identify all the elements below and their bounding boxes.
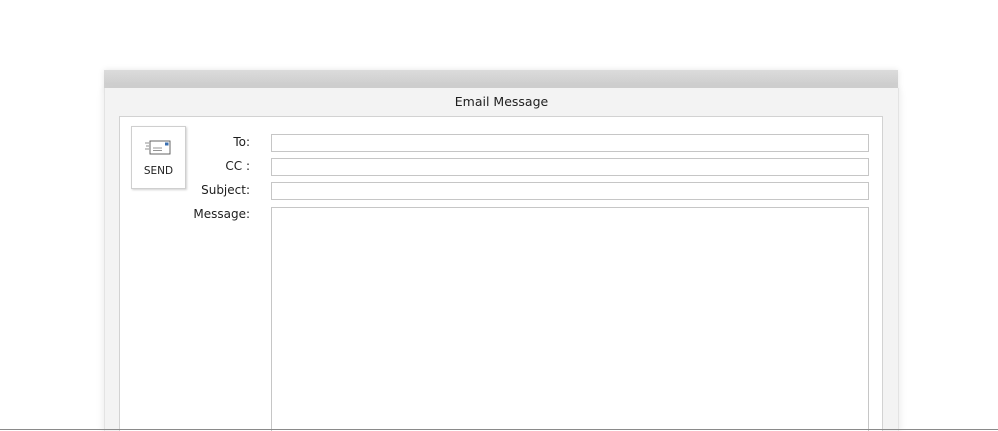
message-label: Message: bbox=[193, 207, 250, 221]
email-window: Email Message SEND To: CC : Subject: Mes… bbox=[104, 88, 899, 431]
send-button[interactable]: SEND bbox=[131, 126, 186, 189]
subject-field[interactable] bbox=[271, 182, 869, 200]
envelope-icon bbox=[145, 140, 171, 155]
message-field[interactable] bbox=[271, 207, 869, 431]
subject-label: Subject: bbox=[201, 183, 250, 197]
cc-field[interactable] bbox=[271, 158, 869, 176]
page: Email Message SEND To: CC : Subject: Mes… bbox=[0, 0, 998, 431]
window-title: Email Message bbox=[454, 94, 549, 109]
cc-label: CC : bbox=[225, 159, 250, 173]
email-form: SEND To: CC : Subject: Message: bbox=[119, 116, 883, 431]
to-field[interactable] bbox=[271, 134, 869, 152]
send-button-label: SEND bbox=[143, 165, 174, 177]
to-label: To: bbox=[233, 135, 250, 149]
bottom-divider bbox=[0, 429, 998, 430]
